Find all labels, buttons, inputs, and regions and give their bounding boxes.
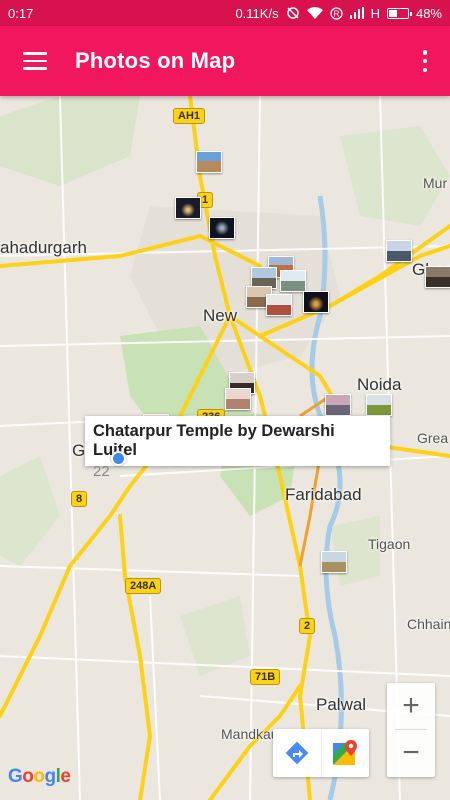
status-time: 0:17 <box>8 5 34 21</box>
photo-marker[interactable] <box>225 388 251 410</box>
place-label-palwal: Palwal <box>316 695 367 714</box>
directions-icon[interactable] <box>273 729 321 777</box>
google-logo: Google <box>8 766 71 787</box>
app-title: Photos on Map <box>75 48 236 73</box>
road-shield-nh8: 8 <box>71 491 88 507</box>
svg-text:R: R <box>333 9 339 18</box>
battery-percent: 48% <box>415 5 442 21</box>
signal-icon <box>349 7 364 19</box>
photo-marker[interactable] <box>303 291 329 313</box>
photo-marker[interactable] <box>366 394 392 416</box>
road-shield-nh71b: 71B <box>250 669 281 685</box>
app-bar: Photos on Map <box>0 26 450 96</box>
place-label-noida: Noida <box>357 375 402 394</box>
photo-marker[interactable] <box>266 294 292 316</box>
photo-marker[interactable] <box>325 394 351 416</box>
wifi-icon <box>306 7 323 19</box>
registered-icon: R <box>329 6 343 20</box>
photo-marker[interactable] <box>209 217 235 239</box>
place-label-greater-noida: Grea <box>417 430 449 446</box>
network-type: H <box>370 5 380 21</box>
network-speed: 0.11K/s <box>235 5 279 21</box>
status-bar: 0:17 0.11K/s R H 48% <box>0 0 450 26</box>
place-label-bahadurgarh: ahadurgarh <box>0 238 87 257</box>
photo-marker[interactable] <box>280 270 306 292</box>
info-window-title: Chatarpur Temple by Dewarshi Luitel <box>93 422 335 459</box>
sync-off-icon <box>286 6 300 20</box>
place-label-muradnagar: Mur <box>423 175 448 191</box>
road-shield-nh2: 2 <box>299 618 316 634</box>
map-toolbar <box>273 729 369 777</box>
zoom-out-button[interactable]: − <box>387 730 435 776</box>
place-label-faridabad: Faridabad <box>285 485 362 504</box>
battery-icon <box>386 7 412 19</box>
info-window-count: 22 <box>93 463 110 480</box>
marker-info-window[interactable]: Chatarpur Temple by Dewarshi Luitel 22 <box>85 416 390 480</box>
map-view[interactable]: ahadurgarh New Noida Gurgaon Faridabad T… <box>0 96 450 800</box>
place-label-new-delhi: New <box>203 306 238 325</box>
road-shield-nh248a: 248A <box>125 578 162 594</box>
place-label-chhainsa: Chhain <box>407 616 450 632</box>
zoom-controls: + − <box>387 683 435 777</box>
photo-marker[interactable] <box>196 151 222 173</box>
current-location-marker <box>111 451 126 466</box>
photo-marker[interactable] <box>386 240 412 262</box>
photo-marker[interactable] <box>425 266 450 288</box>
road-shield-ah1: AH1 <box>173 108 206 124</box>
google-maps-icon[interactable] <box>320 729 370 777</box>
place-label-tigaon: Tigaon <box>368 536 411 552</box>
more-vert-icon[interactable] <box>422 50 428 72</box>
hamburger-menu-icon[interactable] <box>23 52 47 70</box>
zoom-in-button[interactable]: + <box>387 683 435 729</box>
photo-marker[interactable] <box>321 551 347 573</box>
photo-marker[interactable] <box>175 197 201 219</box>
